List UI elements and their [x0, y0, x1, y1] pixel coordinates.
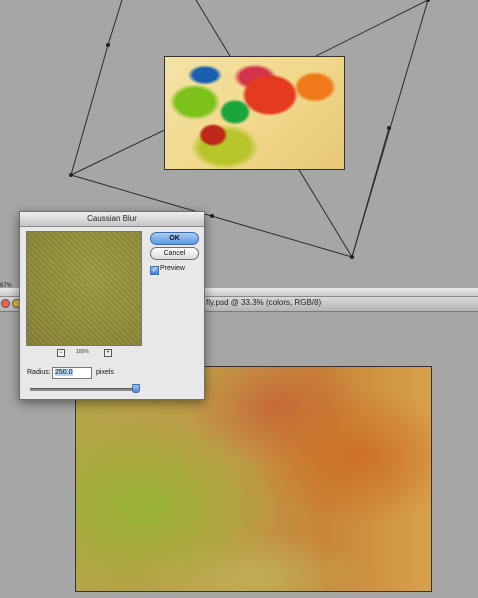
- colorful-artwork-canvas: [164, 56, 345, 170]
- radius-slider-track[interactable]: [30, 388, 136, 391]
- gaussian-blur-dialog: Caussian Blur OK Cancel ✓ Preview − 100%…: [19, 211, 205, 400]
- close-icon[interactable]: [1, 299, 10, 308]
- blur-preview-box[interactable]: [26, 231, 142, 346]
- radius-slider-thumb[interactable]: [132, 384, 140, 393]
- document-title: fly.psd @ 33.3% (colors, RGB/8): [206, 298, 322, 307]
- dialog-title: Caussian Blur: [20, 212, 204, 227]
- warp-handle[interactable]: [387, 126, 391, 130]
- zoom-out-button[interactable]: −: [57, 349, 65, 357]
- zoom-in-button[interactable]: +: [104, 349, 112, 357]
- radius-value: 250.0: [55, 369, 73, 376]
- ok-button[interactable]: OK: [150, 232, 199, 245]
- preview-label: Preview: [160, 265, 185, 272]
- warp-handle[interactable]: [69, 173, 73, 177]
- warp-handle[interactable]: [106, 43, 110, 47]
- radius-label: Radius:: [27, 369, 51, 376]
- warp-handle[interactable]: [350, 255, 354, 259]
- cancel-button[interactable]: Cancel: [150, 247, 199, 260]
- radius-input[interactable]: 250.0: [52, 367, 92, 379]
- secondary-zoom-label: 67%: [0, 283, 13, 289]
- warp-handle[interactable]: [426, 0, 430, 2]
- warp-handle[interactable]: [210, 214, 214, 218]
- preview-checkbox[interactable]: ✓: [150, 266, 159, 275]
- preview-zoom-level: 100%: [76, 349, 89, 355]
- pixels-unit-label: pixels: [96, 369, 114, 376]
